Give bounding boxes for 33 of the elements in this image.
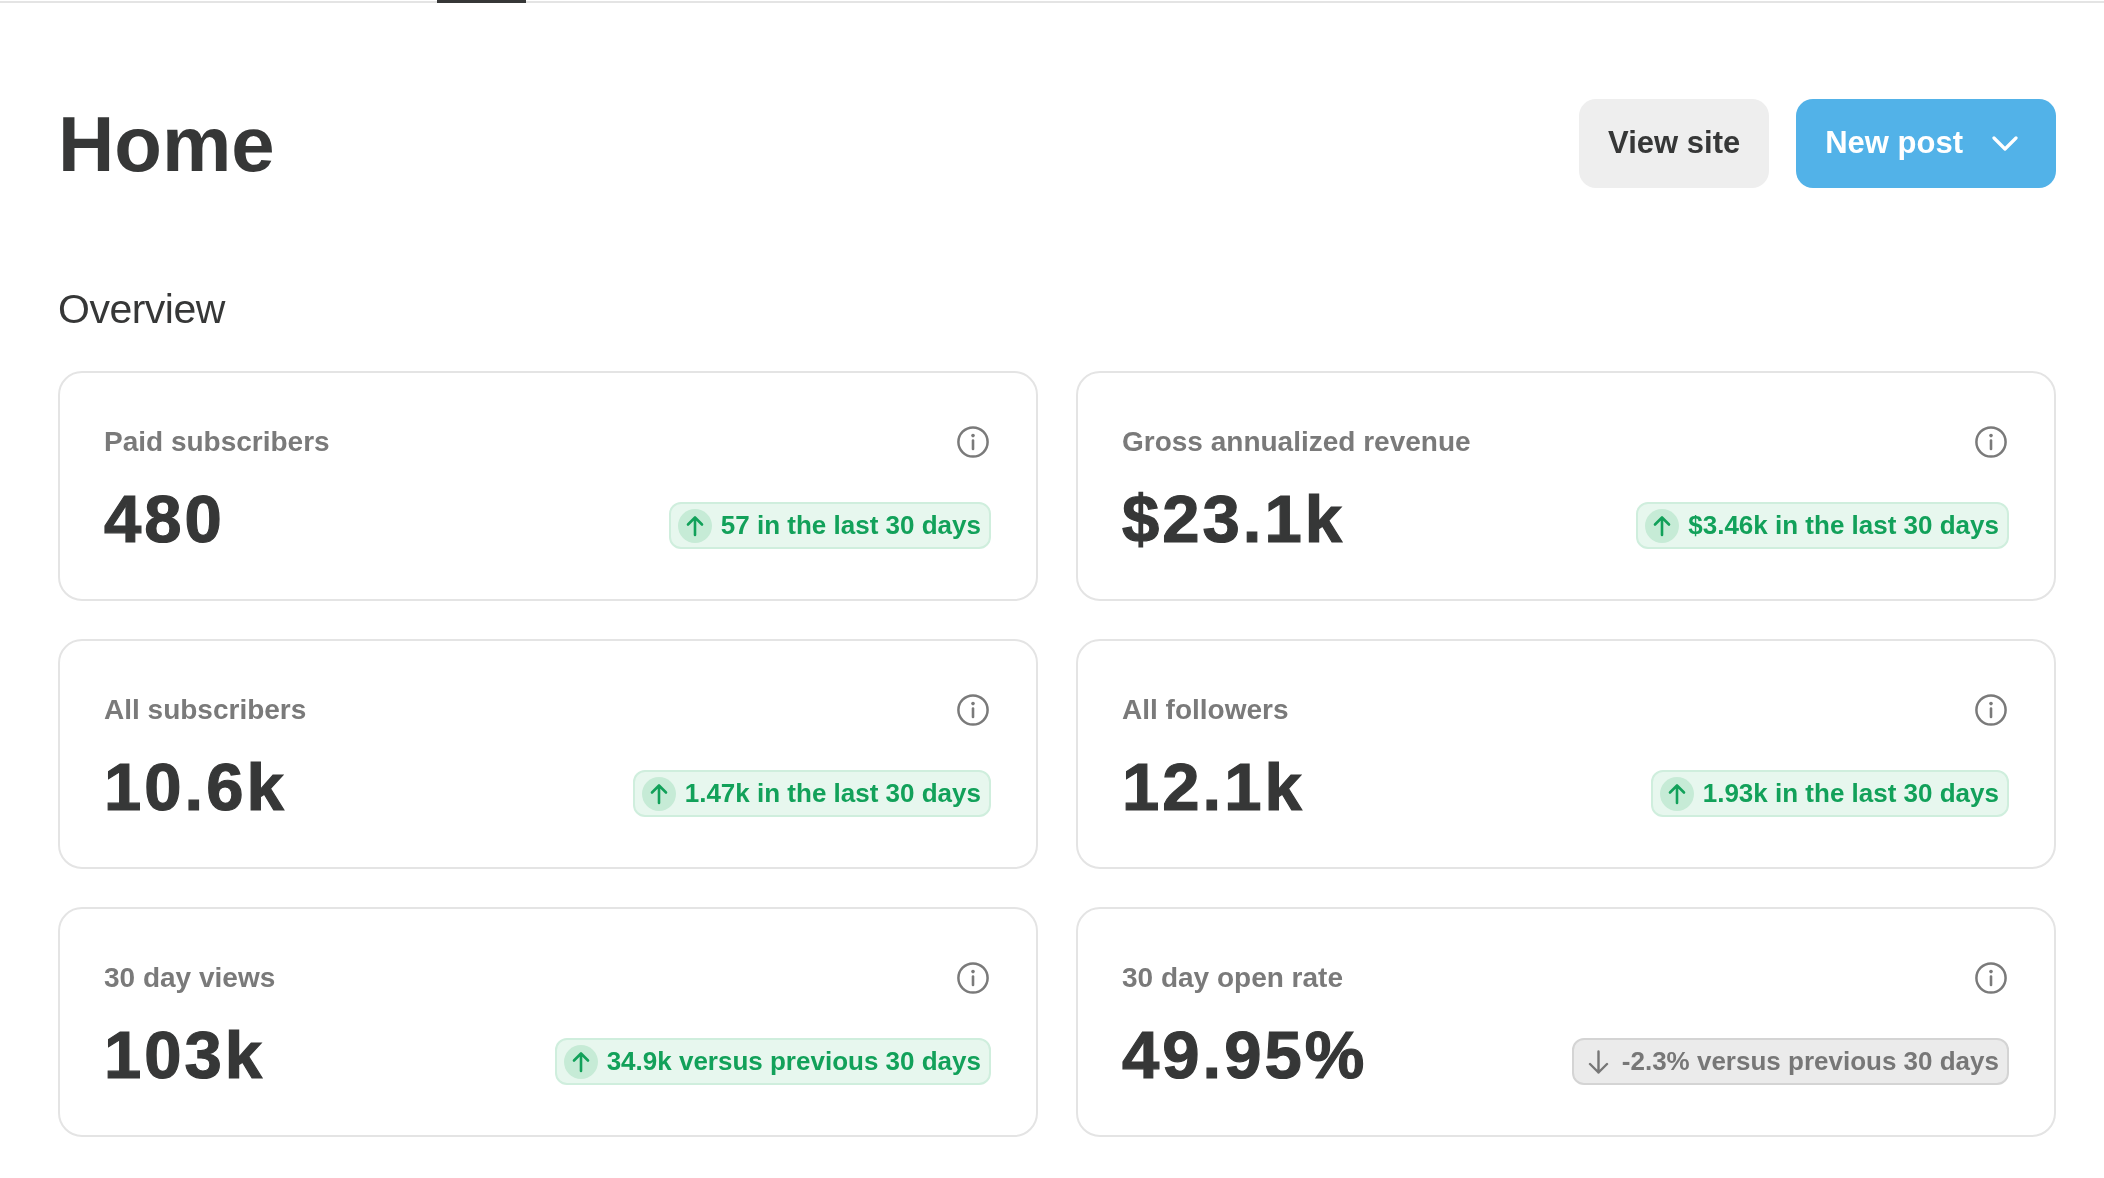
arrow-up-icon	[1659, 776, 1694, 811]
info-icon[interactable]	[1975, 426, 2007, 459]
stat-value: 480	[104, 485, 225, 553]
stat-label: All followers	[1122, 693, 1289, 728]
section-heading: Overview	[58, 285, 225, 334]
arrow-down-icon	[1587, 1049, 1609, 1074]
view-site-button[interactable]: View site	[1579, 99, 1770, 188]
stat-value: 49.95%	[1122, 1021, 1368, 1089]
trend-text: 1.47k in the last 30 days	[684, 777, 981, 811]
page-title: Home	[58, 104, 275, 183]
stat-value: 103k	[104, 1021, 266, 1089]
info-icon[interactable]	[957, 426, 989, 459]
stat-value: 10.6k	[104, 753, 287, 821]
trend-text: -2.3% versus previous 30 days	[1621, 1045, 1999, 1079]
stat-value: $23.1k	[1122, 485, 1345, 553]
arrow-up-icon	[1645, 508, 1680, 543]
arrow-up-icon	[563, 1044, 598, 1079]
stat-label: 30 day views	[104, 961, 276, 996]
trend-text: $3.46k in the last 30 days	[1688, 509, 1999, 543]
trend-text: 34.9k versus previous 30 days	[606, 1045, 981, 1079]
stat-label: Paid subscribers	[104, 425, 330, 460]
arrow-up-icon	[677, 508, 712, 543]
stat-label: 30 day open rate	[1122, 961, 1343, 996]
info-icon[interactable]	[957, 694, 989, 727]
info-icon[interactable]	[957, 962, 989, 995]
stat-label: Gross annualized revenue	[1122, 425, 1471, 460]
info-icon[interactable]	[1975, 962, 2007, 995]
trend-text: 1.93k in the last 30 days	[1702, 777, 1999, 811]
stat-value: 12.1k	[1122, 753, 1305, 821]
arrow-up-icon	[641, 776, 676, 811]
trend-text: 57 in the last 30 days	[720, 509, 981, 543]
stat-label: All subscribers	[104, 693, 307, 728]
info-icon[interactable]	[1975, 694, 2007, 727]
